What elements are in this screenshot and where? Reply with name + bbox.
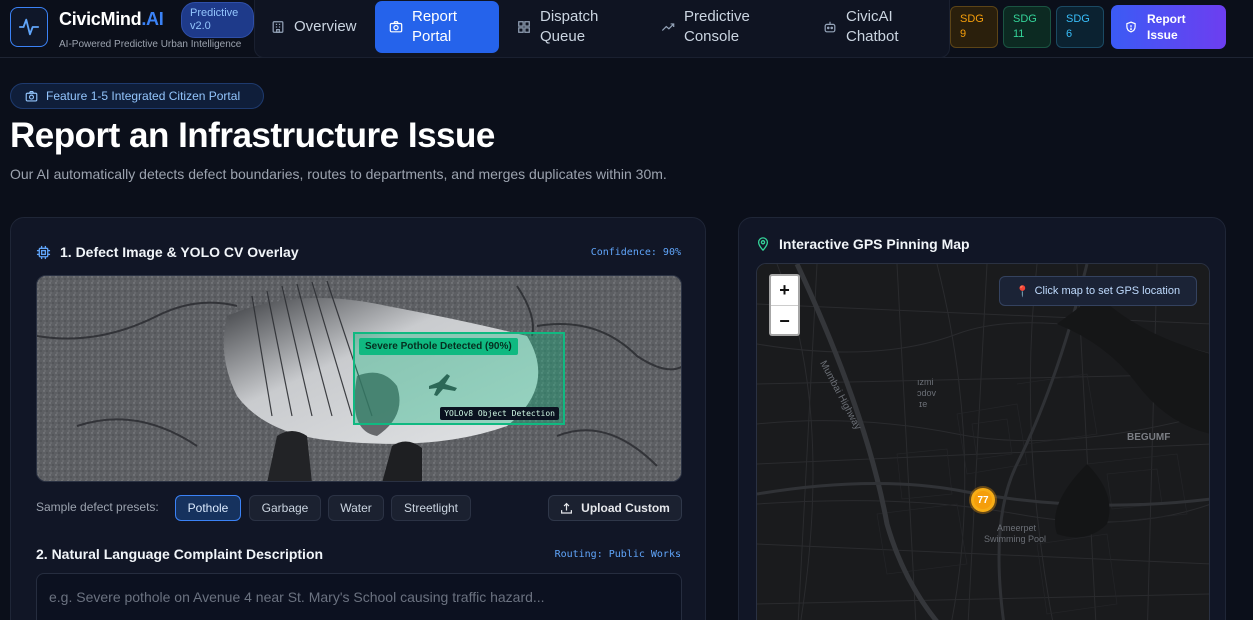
feature-pill: Feature 1-5 Integrated Citizen Portal [10, 83, 264, 109]
report-cluster-marker[interactable]: 77 [971, 488, 995, 512]
detector-label: YOLOv8 Object Detection [440, 407, 559, 420]
detection-bounding-box: Severe Pothole Detected (90%) YOLOv8 Obj… [353, 332, 565, 425]
map-hint-text: Click map to set GPS location [1034, 285, 1181, 297]
map-section-title-text: Interactive GPS Pinning Map [779, 236, 970, 252]
map-label-locality-3: ɪe [919, 399, 928, 409]
map-hint: 📍 Click map to set GPS location [999, 276, 1197, 306]
sdg-label: SDG [960, 13, 984, 25]
tab-dispatch-queue-label: Dispatch Queue [540, 8, 599, 45]
routing-readout: Routing: Public Works [554, 549, 681, 560]
upload-icon [561, 502, 573, 514]
sdg-badge-11: SDG 11 [1003, 6, 1051, 48]
tab-predictive-console[interactable]: Predictive Console [647, 1, 770, 53]
main-nav: Overview Report Portal Dispatch Queue Pr… [254, 0, 950, 58]
zoom-in-button[interactable]: + [771, 276, 798, 306]
map-label-begumpet: BEGUMF [1127, 432, 1171, 443]
confidence-readout: Confidence: 90% [590, 247, 681, 258]
preset-pothole[interactable]: Pothole [175, 495, 241, 521]
report-issue-label: Report Issue [1147, 12, 1186, 42]
preset-garbage[interactable]: Garbage [249, 495, 321, 521]
complaint-section-title: 2. Natural Language Complaint Descriptio… [36, 546, 324, 562]
report-issue-button[interactable]: Report Issue [1111, 5, 1226, 49]
defect-section-title-text: 1. Defect Image & YOLO CV Overlay [60, 244, 299, 260]
complaint-textarea[interactable]: e.g. Severe pothole on Avenue 4 near St.… [36, 573, 682, 620]
tab-civicai-chatbot[interactable]: CivicAI Chatbot [809, 1, 920, 53]
sdg-number: 6 [1066, 28, 1073, 40]
zoom-out-button[interactable]: − [771, 306, 798, 336]
page-subtitle: Our AI automatically detects defect boun… [10, 166, 667, 182]
trend-icon [661, 23, 675, 31]
cpu-icon [36, 245, 51, 259]
upload-custom-button[interactable]: Upload Custom [548, 495, 682, 521]
tab-overview-label: Overview [294, 18, 357, 35]
sdg-label: SDG [1066, 13, 1090, 25]
tab-overview[interactable]: Overview [257, 1, 371, 53]
grid-icon [518, 21, 530, 33]
defect-report-card: 1. Defect Image & YOLO CV Overlay Confid… [10, 217, 706, 620]
shield-icon [1126, 21, 1136, 33]
brand-tagline: AI-Powered Predictive Urban Intelligence [59, 39, 242, 50]
brand-name: CivicMind.AI [59, 9, 164, 29]
page-title: Report an Infrastructure Issue [10, 116, 495, 155]
tab-civicai-chatbot-label: CivicAI Chatbot [846, 8, 899, 45]
presets-label: Sample defect presets: [36, 500, 159, 514]
defect-section-title: 1. Defect Image & YOLO CV Overlay [36, 244, 299, 260]
zoom-control: + − [769, 274, 800, 336]
tab-dispatch-queue[interactable]: Dispatch Queue [503, 1, 618, 53]
sdg-label: SDG [1013, 13, 1037, 25]
tab-predictive-console-label: Predictive Console [684, 8, 750, 45]
sdg-badge-6: SDG 6 [1056, 6, 1104, 48]
tab-report-portal[interactable]: Report Portal [375, 1, 499, 53]
map-label-ameerpet: Ameerpet [997, 523, 1037, 533]
map-label-locality-2: ɔdov [917, 388, 937, 398]
map-section-title: Interactive GPS Pinning Map [756, 236, 970, 252]
map-label-swimming-pool: Swimming Pool [984, 534, 1047, 544]
top-navbar: CivicMind.AI AI-Powered Predictive Urban… [0, 0, 1253, 58]
defect-image[interactable]: Severe Pothole Detected (90%) YOLOv8 Obj… [36, 275, 682, 482]
bot-icon [824, 21, 836, 33]
logo[interactable] [10, 7, 48, 47]
preset-streetlight[interactable]: Streetlight [391, 495, 471, 521]
building-icon [272, 21, 284, 33]
preset-water[interactable]: Water [328, 495, 384, 521]
sdg-badge-9: SDG 9 [950, 6, 998, 48]
sdg-number: 9 [960, 28, 967, 40]
tab-report-portal-label: Report Portal [412, 8, 458, 45]
upload-custom-label: Upload Custom [581, 501, 670, 515]
feature-pill-label: Feature 1-5 Integrated Citizen Portal [46, 89, 241, 103]
version-badge: Predictive v2.0 [181, 2, 254, 38]
gps-map-card: Interactive GPS Pinning Map + − 📍 Click … [738, 217, 1226, 620]
gps-map[interactable]: + − 📍 Click map to set GPS location Mumb… [756, 263, 1210, 620]
map-pin-icon [757, 237, 769, 251]
detection-label: Severe Pothole Detected (90%) [359, 338, 518, 355]
sdg-number: 11 [1013, 28, 1025, 40]
camera-icon [389, 21, 403, 33]
camera-icon [25, 90, 38, 102]
map-label-locality-1: ızmi [917, 377, 934, 387]
pushpin-icon: 📍 [1015, 285, 1030, 298]
pulse-icon [18, 18, 40, 36]
